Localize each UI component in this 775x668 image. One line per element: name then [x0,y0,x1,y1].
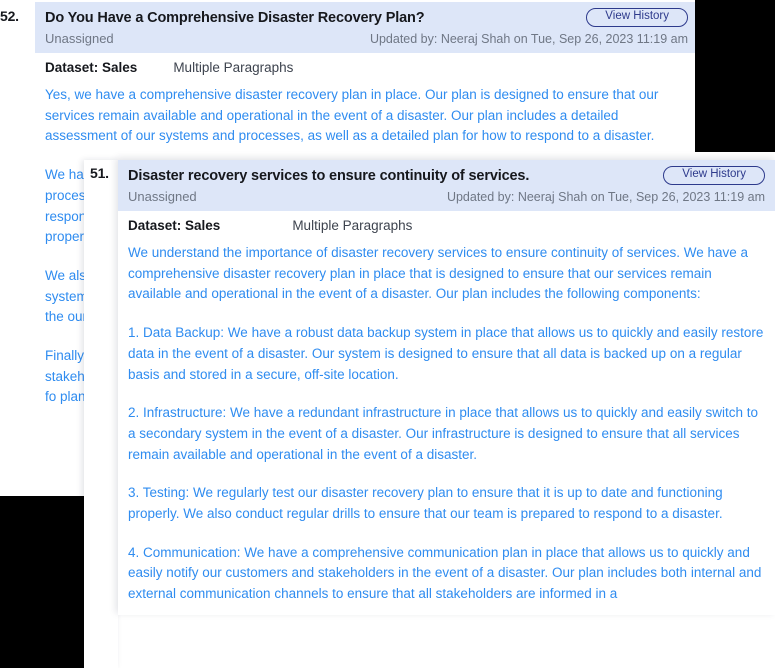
answer-paragraph: 1. Data Backup: We have a robust data ba… [128,325,764,382]
occlusion-block-left [0,496,84,668]
card-51-gutter [84,160,118,668]
card-header: Do You Have a Comprehensive Disaster Rec… [35,2,698,53]
answer-type-label: Multiple Paragraphs [292,218,413,233]
card-header: Disaster recovery services to ensure con… [118,160,775,211]
dataset-meta-row: Dataset: Sales Multiple Paragraphs [35,53,698,79]
answer-type-label: Multiple Paragraphs [173,60,294,75]
answer-paragraph: We understand the importance of disaster… [128,245,749,302]
dataset-label: Dataset: Sales [45,60,138,75]
card-index-number: 52. [0,8,19,24]
view-history-button[interactable]: View History [663,166,765,185]
updated-by-label: Updated by: Neeraj Shah on Tue, Sep 26, … [369,32,688,46]
answer-paragraph: 4. Communication: We have a comprehensiv… [128,544,762,602]
header-title-row: Do You Have a Comprehensive Disaster Rec… [45,8,688,27]
answer-paragraph: 3. Testing: We regularly test our disast… [128,485,723,522]
answer-paragraph: 2. Infrastructure: We have a redundant i… [128,405,759,462]
question-title: Disaster recovery services to ensure con… [128,167,530,184]
header-meta-row: Unassigned Updated by: Neeraj Shah on Tu… [128,189,765,204]
occlusion-block-right [695,0,775,152]
card-index-number: 51. [90,165,109,181]
assignee-label: Unassigned [45,31,114,46]
answer-paragraph: Yes, we have a comprehensive disaster re… [45,87,659,144]
question-title: Do You Have a Comprehensive Disaster Rec… [45,9,425,26]
updated-by-label: Updated by: Neeraj Shah on Tue, Sep 26, … [446,190,765,204]
answer-body: We understand the importance of disaster… [118,237,775,615]
question-card-51[interactable]: 51. Disaster recovery services to ensure… [90,160,775,615]
header-title-row: Disaster recovery services to ensure con… [128,166,765,185]
dataset-label: Dataset: Sales [128,218,221,233]
view-history-button[interactable]: View History [586,8,688,27]
header-meta-row: Unassigned Updated by: Neeraj Shah on Tu… [45,31,688,46]
assignee-label: Unassigned [128,189,197,204]
dataset-meta-row: Dataset: Sales Multiple Paragraphs [118,211,775,237]
